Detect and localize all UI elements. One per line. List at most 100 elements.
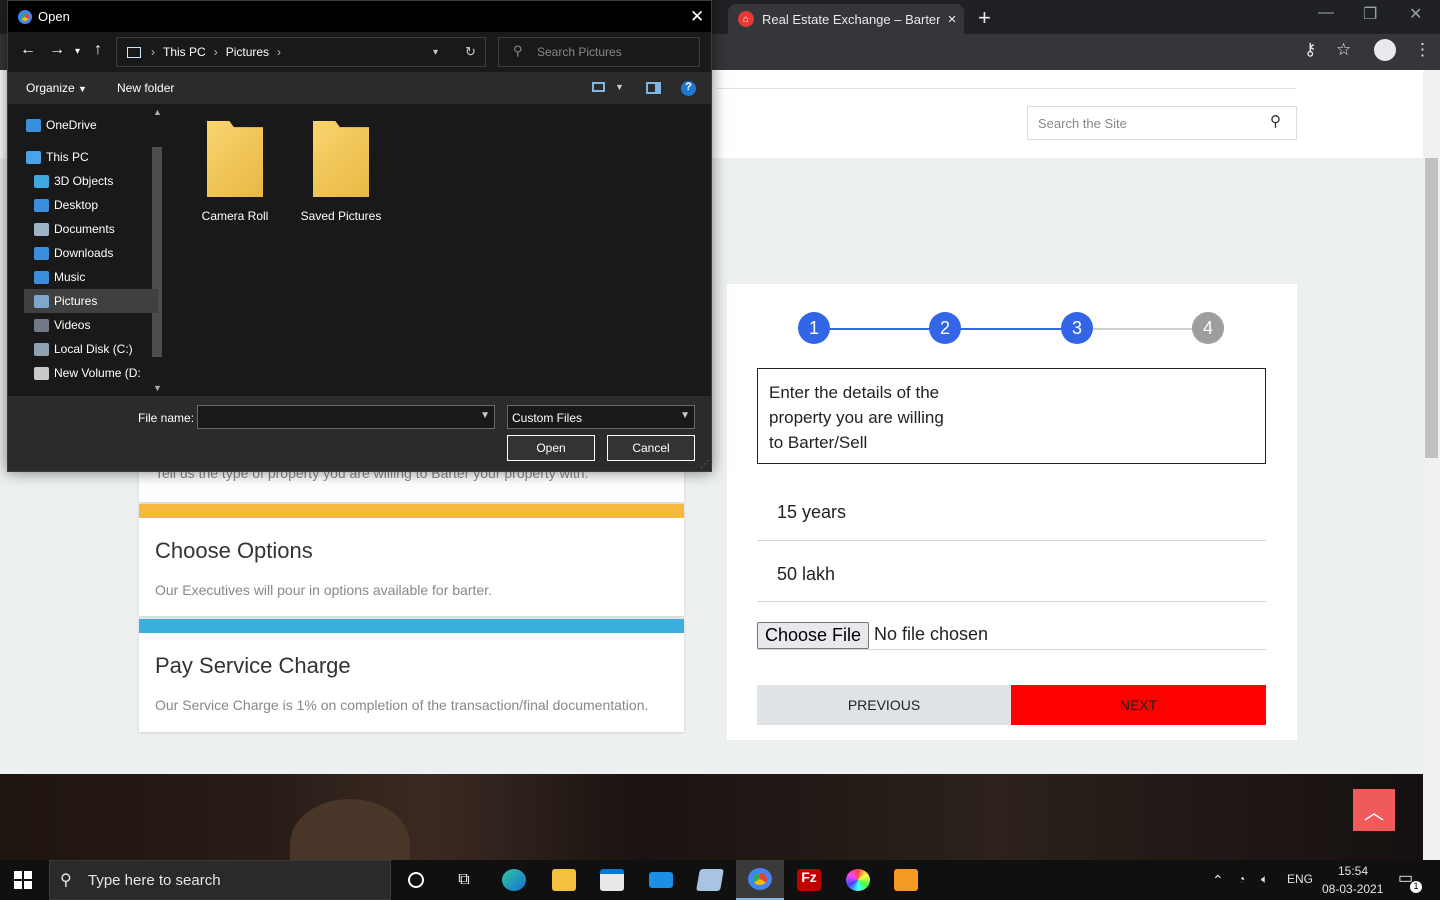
pc-icon: [127, 46, 141, 58]
breadcrumb-this-pc[interactable]: This PC: [163, 45, 206, 59]
search-icon[interactable]: ⚲: [1270, 112, 1281, 130]
file-explorer-icon[interactable]: [540, 860, 588, 900]
resize-grip-icon[interactable]: ⋰: [700, 459, 710, 470]
site-favicon-icon: ⌂: [738, 11, 754, 27]
browser-tab[interactable]: ⌂ Real Estate Exchange – Barter or ×: [728, 4, 964, 34]
cancel-button[interactable]: Cancel: [607, 435, 695, 461]
disk-icon: [34, 366, 49, 380]
music-icon: [34, 270, 49, 284]
file-name-label: File name:: [138, 411, 195, 425]
card-pay-service-charge: Pay Service Charge Our Service Charge is…: [139, 619, 684, 732]
cortana-icon[interactable]: [392, 860, 440, 900]
file-field-underline: [757, 649, 1266, 650]
scroll-up-icon[interactable]: ▲: [153, 107, 162, 117]
sublime-text-icon[interactable]: [882, 860, 930, 900]
key-icon[interactable]: ⚷: [1304, 40, 1316, 60]
view-options-icon[interactable]: [592, 82, 605, 92]
property-price-field[interactable]: 50 lakh: [757, 552, 1266, 602]
color-picker-icon[interactable]: [834, 860, 882, 900]
menu-kebab-icon[interactable]: ⋮: [1414, 40, 1431, 60]
site-search-input[interactable]: Search the Site: [1027, 106, 1297, 140]
next-button[interactable]: NEXT: [1011, 685, 1266, 725]
minimize-icon[interactable]: —: [1318, 4, 1334, 22]
clock-date[interactable]: 08-03-2021: [1322, 882, 1383, 896]
address-bar[interactable]: › This PC › Pictures › ▾ ↻: [116, 37, 486, 67]
wifi-icon[interactable]: ◔: [1238, 872, 1245, 886]
notification-count: 1: [1410, 881, 1422, 893]
page-scrollbar[interactable]: [1423, 70, 1440, 860]
help-icon[interactable]: ?: [681, 81, 696, 96]
tree-item-downloads[interactable]: Downloads: [24, 241, 158, 265]
file-type-select[interactable]: Custom Files ▼: [507, 405, 695, 429]
new-folder-button[interactable]: New folder: [117, 81, 174, 95]
dialog-close-icon[interactable]: ✕: [690, 7, 704, 27]
tab-close-icon[interactable]: ×: [940, 11, 964, 28]
breadcrumb-pictures[interactable]: Pictures: [226, 45, 269, 59]
tree-item-onedrive[interactable]: OneDrive: [16, 113, 150, 137]
view-chevron-icon[interactable]: ▼: [615, 82, 624, 92]
tray-chevron-up-icon[interactable]: ⌃: [1212, 872, 1224, 889]
previous-button[interactable]: PREVIOUS: [757, 685, 1011, 725]
choose-file-button[interactable]: Choose File: [757, 622, 869, 649]
profile-avatar-icon[interactable]: [1374, 39, 1396, 61]
tree-item-label: This PC: [46, 150, 89, 164]
edge-icon[interactable]: [490, 860, 538, 900]
description-text: Enter the details of the property you ar…: [769, 383, 944, 452]
organize-menu[interactable]: Organize ▼: [26, 81, 87, 95]
step-2: 2: [929, 312, 961, 344]
search-icon: ⚲: [60, 872, 72, 889]
recent-locations-chevron-icon[interactable]: ▾: [75, 46, 80, 57]
download-icon: [34, 246, 49, 260]
folder-label: Saved Pictures: [300, 209, 382, 223]
tab-title: Real Estate Exchange – Barter or: [762, 11, 940, 27]
back-arrow-icon[interactable]: ←: [20, 41, 36, 59]
new-tab-button[interactable]: +: [978, 5, 991, 31]
app-icon[interactable]: [686, 860, 734, 900]
restore-icon[interactable]: ❐: [1363, 4, 1377, 24]
forward-arrow-icon[interactable]: →: [49, 41, 65, 59]
chrome-icon[interactable]: [736, 860, 784, 900]
task-view-icon[interactable]: ⧉: [440, 860, 488, 900]
bookmark-star-icon[interactable]: ☆: [1336, 40, 1351, 60]
tree-item-pictures[interactable]: Pictures: [24, 289, 158, 313]
breadcrumb-separator-icon: ›: [213, 45, 218, 59]
language-indicator[interactable]: ENG: [1287, 872, 1313, 886]
disk-icon: [34, 342, 49, 356]
folder-item[interactable]: Camera Roll: [190, 121, 280, 223]
tree-item-desktop[interactable]: Desktop: [24, 193, 158, 217]
clock-time[interactable]: 15:54: [1338, 864, 1368, 878]
scroll-to-top-button[interactable]: ︿: [1353, 789, 1395, 831]
scrollbar-thumb[interactable]: [1425, 158, 1438, 458]
tree-item-local-disk-c[interactable]: Local Disk (C:): [24, 337, 158, 361]
tree-item-videos[interactable]: Videos: [24, 313, 158, 337]
filezilla-icon[interactable]: Fz: [785, 860, 833, 900]
dialog-search-input[interactable]: Search Pictures: [498, 37, 700, 67]
folder-item[interactable]: Saved Pictures: [296, 121, 386, 223]
file-name-input[interactable]: ▼: [197, 405, 495, 429]
preview-pane-icon[interactable]: [646, 82, 661, 94]
mail-icon[interactable]: [637, 860, 685, 900]
windows-start-icon[interactable]: [14, 871, 32, 889]
chevron-down-icon[interactable]: ▼: [480, 410, 490, 421]
store-icon[interactable]: [588, 860, 636, 900]
tree-item-new-volume-d[interactable]: New Volume (D:: [24, 361, 158, 385]
tree-item-3d-objects[interactable]: 3D Objects: [24, 169, 158, 193]
property-age-field[interactable]: 15 years: [757, 490, 1266, 541]
tree-item-documents[interactable]: Documents: [24, 217, 158, 241]
refresh-icon[interactable]: ↻: [465, 44, 476, 60]
taskbar-search-input[interactable]: Type here to search: [49, 860, 391, 900]
tree-item-label: Pictures: [54, 294, 98, 308]
picture-icon: [34, 294, 49, 308]
card-accent-band: [139, 504, 684, 518]
address-dropdown-icon[interactable]: ▾: [433, 47, 438, 58]
folder-icon: [207, 121, 263, 197]
up-arrow-icon[interactable]: ↑: [94, 41, 102, 59]
step-1: 1: [798, 312, 830, 344]
volume-icon[interactable]: 🔈︎: [1261, 872, 1268, 887]
open-button[interactable]: Open: [507, 435, 595, 461]
card-title: Choose Options: [155, 538, 313, 563]
window-close-icon[interactable]: ✕: [1409, 4, 1422, 24]
tree-item-label: 3D Objects: [54, 174, 114, 188]
tree-item-this-pc[interactable]: This PC: [16, 145, 150, 169]
tree-item-music[interactable]: Music: [24, 265, 158, 289]
